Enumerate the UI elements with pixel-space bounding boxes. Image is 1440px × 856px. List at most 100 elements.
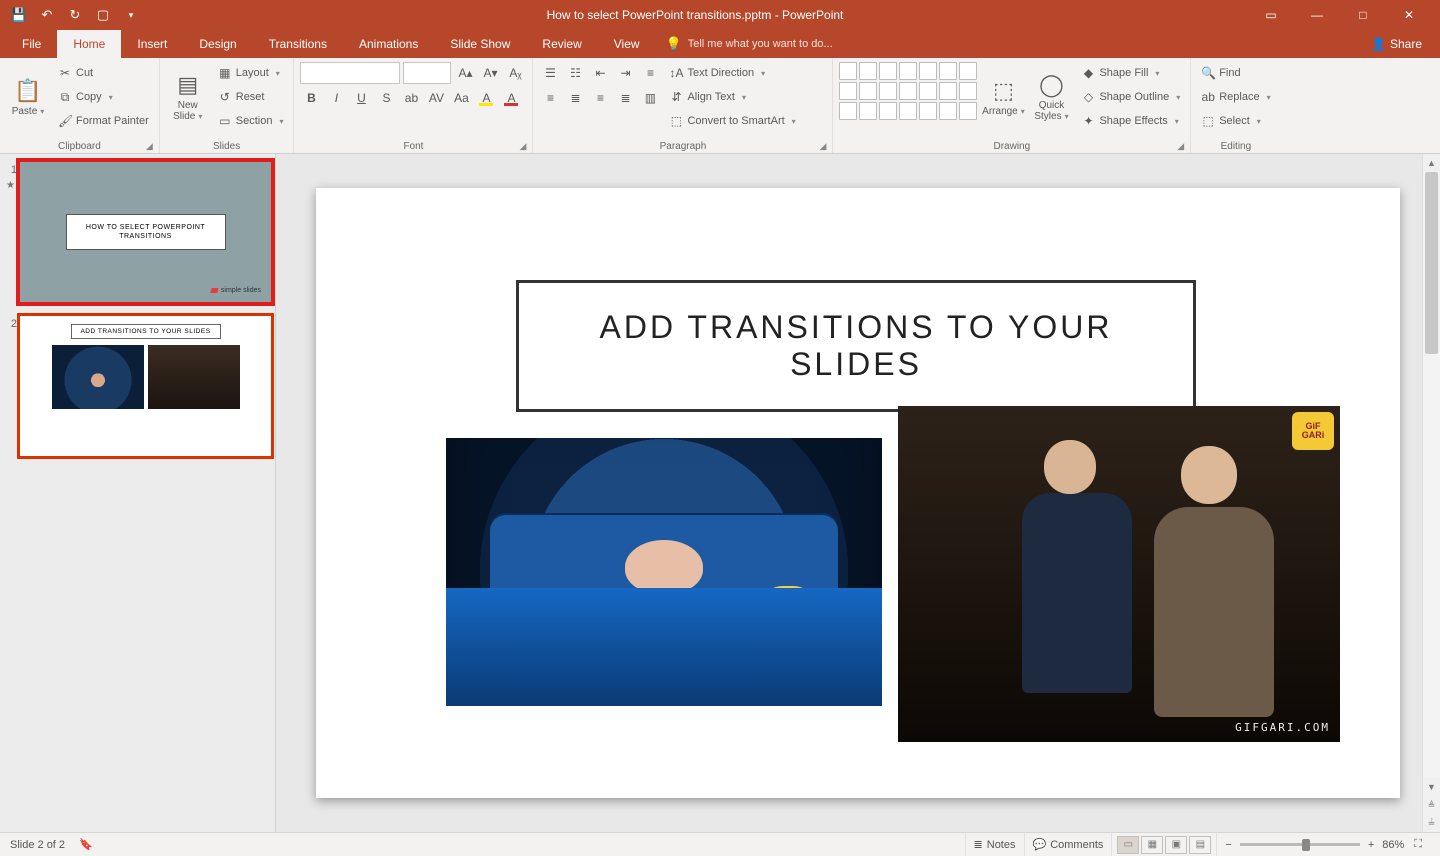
tab-insert[interactable]: Insert — [121, 30, 183, 58]
font-color-button[interactable]: A — [500, 87, 522, 109]
decrease-indent-button[interactable]: ⇤ — [589, 62, 611, 84]
current-slide[interactable]: ADD TRANSITIONS TO YOUR SLIDES GiFGARi G… — [316, 188, 1400, 798]
section-button[interactable]: ▭Section — [214, 110, 288, 132]
shape-fill-button[interactable]: ◆Shape Fill — [1077, 62, 1184, 84]
select-button[interactable]: ⬚Select — [1197, 110, 1274, 132]
font-family-combo[interactable] — [300, 62, 400, 84]
drawing-launcher-icon[interactable]: ◢ — [1177, 141, 1184, 152]
redo-icon[interactable]: ↻ — [64, 4, 86, 26]
start-from-beginning-icon[interactable]: ▢ — [92, 4, 114, 26]
paste-button[interactable]: 📋 Paste — [6, 62, 50, 132]
slideshow-view-button[interactable]: ▤ — [1189, 836, 1211, 854]
save-icon[interactable]: 💾 — [8, 4, 30, 26]
ribbon-display-options-icon[interactable]: ▭ — [1248, 0, 1294, 30]
scroll-up-icon[interactable]: ▲ — [1423, 154, 1440, 172]
close-button[interactable]: ✕ — [1386, 0, 1432, 30]
line-spacing-button[interactable]: ≡ — [639, 62, 661, 84]
vertical-scrollbar[interactable]: ▲ ▼ ≜ ≟ — [1422, 154, 1440, 832]
tab-view[interactable]: View — [598, 30, 656, 58]
text-direction-button[interactable]: ↕AText Direction — [665, 62, 799, 84]
slide-indicator[interactable]: Slide 2 of 2 — [10, 839, 65, 851]
align-center-button[interactable]: ≣ — [564, 87, 586, 109]
tab-design[interactable]: Design — [183, 30, 252, 58]
shapes-gallery[interactable] — [839, 62, 977, 120]
slide-image-right[interactable]: GiFGARi GIFGARI.COM — [898, 406, 1340, 742]
strike-button[interactable]: S — [375, 87, 397, 109]
increase-font-icon[interactable]: A▴ — [454, 62, 476, 84]
numbering-button[interactable]: ☷ — [564, 62, 586, 84]
font-size-combo[interactable] — [403, 62, 451, 84]
clipboard-launcher-icon[interactable]: ◢ — [146, 141, 153, 152]
tab-slideshow[interactable]: Slide Show — [434, 30, 526, 58]
change-case-button[interactable]: Aa — [450, 87, 472, 109]
layout-button[interactable]: ▦Layout — [214, 62, 288, 84]
prev-slide-icon[interactable]: ≜ — [1423, 796, 1440, 814]
scroll-track[interactable] — [1423, 172, 1440, 778]
clear-format-icon[interactable]: Aᵪ — [504, 62, 526, 84]
arrange-button[interactable]: ⬚Arrange — [981, 62, 1025, 132]
shape-effects-button[interactable]: ✦Shape Effects — [1077, 110, 1184, 132]
quick-styles-button[interactable]: ◯Quick Styles — [1029, 62, 1073, 132]
bullets-button[interactable]: ☰ — [539, 62, 561, 84]
tab-animations[interactable]: Animations — [343, 30, 434, 58]
undo-icon[interactable]: ↶ — [36, 4, 58, 26]
zoom-out-button[interactable]: − — [1225, 839, 1231, 851]
zoom-slider[interactable] — [1240, 843, 1360, 846]
scroll-down-icon[interactable]: ▼ — [1423, 778, 1440, 796]
italic-button[interactable]: I — [325, 87, 347, 109]
zoom-level[interactable]: 86% — [1382, 839, 1404, 851]
slides-group-label: Slides — [166, 139, 288, 152]
char-spacing-button[interactable]: AV — [425, 87, 447, 109]
format-painter-button[interactable]: 🖌Format Painter — [54, 110, 153, 132]
slide-canvas[interactable]: ADD TRANSITIONS TO YOUR SLIDES GiFGARi G… — [276, 154, 1440, 832]
tab-home[interactable]: Home — [57, 30, 121, 58]
share-button[interactable]: 👤 Share — [1353, 30, 1440, 58]
justify-button[interactable]: ≣ — [614, 87, 636, 109]
normal-view-button[interactable]: ▭ — [1117, 836, 1139, 854]
minimize-button[interactable]: — — [1294, 0, 1340, 30]
convert-smartart-button[interactable]: ⬚Convert to SmartArt — [665, 110, 799, 132]
cut-button[interactable]: ✂Cut — [54, 62, 153, 84]
spellcheck-icon[interactable]: 🔖 — [79, 838, 93, 851]
slide-thumbnail-2[interactable]: ADD TRANSITIONS TO YOUR SLIDES — [20, 316, 271, 456]
reset-button[interactable]: ↺Reset — [214, 86, 288, 108]
font-highlight-color-button[interactable]: A — [475, 87, 497, 109]
paragraph-launcher-icon[interactable]: ◢ — [820, 141, 827, 152]
slide-image-left[interactable] — [446, 438, 882, 706]
align-text-button[interactable]: ⇵Align Text — [665, 86, 799, 108]
zoom-slider-thumb[interactable] — [1302, 839, 1310, 851]
qat-customize-icon[interactable]: ▾ — [120, 4, 142, 26]
next-slide-icon[interactable]: ≟ — [1423, 814, 1440, 832]
new-slide-button[interactable]: ▤ New Slide — [166, 62, 210, 132]
replace-button[interactable]: abReplace — [1197, 86, 1274, 108]
bold-button[interactable]: B — [300, 87, 322, 109]
reading-view-button[interactable]: ▣ — [1165, 836, 1187, 854]
group-drawing: ⬚Arrange ◯Quick Styles ◆Shape Fill ◇Shap… — [833, 58, 1191, 153]
tab-file[interactable]: File — [6, 30, 57, 58]
align-right-button[interactable]: ≡ — [589, 87, 611, 109]
shadow-button[interactable]: ab — [400, 87, 422, 109]
slide-thumbnail-1[interactable]: HOW TO SELECT POWERPOINT TRANSITIONS sim… — [20, 162, 271, 302]
copy-button[interactable]: ⧉Copy — [54, 86, 153, 108]
comments-button[interactable]: 💬Comments — [1024, 833, 1112, 856]
tab-transitions[interactable]: Transitions — [253, 30, 343, 58]
fit-to-window-button[interactable]: ⛶ — [1414, 838, 1422, 851]
tell-me-search[interactable]: 💡 Tell me what you want to do... — [656, 30, 833, 58]
slide-thumbnail-pane[interactable]: 1 ★ HOW TO SELECT POWERPOINT TRANSITIONS… — [0, 154, 276, 832]
find-button[interactable]: 🔍Find — [1197, 62, 1274, 84]
columns-button[interactable]: ▥ — [639, 87, 661, 109]
slide-sorter-view-button[interactable]: ▦ — [1141, 836, 1163, 854]
underline-button[interactable]: U — [350, 87, 372, 109]
align-left-button[interactable]: ≡ — [539, 87, 561, 109]
increase-indent-button[interactable]: ⇥ — [614, 62, 636, 84]
tab-review[interactable]: Review — [526, 30, 597, 58]
font-launcher-icon[interactable]: ◢ — [520, 141, 527, 152]
window-title: How to select PowerPoint transitions.ppt… — [142, 8, 1248, 22]
scroll-thumb[interactable] — [1425, 172, 1438, 354]
zoom-in-button[interactable]: + — [1368, 839, 1374, 851]
decrease-font-icon[interactable]: A▾ — [479, 62, 501, 84]
maximize-button[interactable]: □ — [1340, 0, 1386, 30]
slide-title-textbox[interactable]: ADD TRANSITIONS TO YOUR SLIDES — [516, 280, 1196, 412]
shape-outline-button[interactable]: ◇Shape Outline — [1077, 86, 1184, 108]
notes-button[interactable]: ≣Notes — [965, 833, 1024, 856]
